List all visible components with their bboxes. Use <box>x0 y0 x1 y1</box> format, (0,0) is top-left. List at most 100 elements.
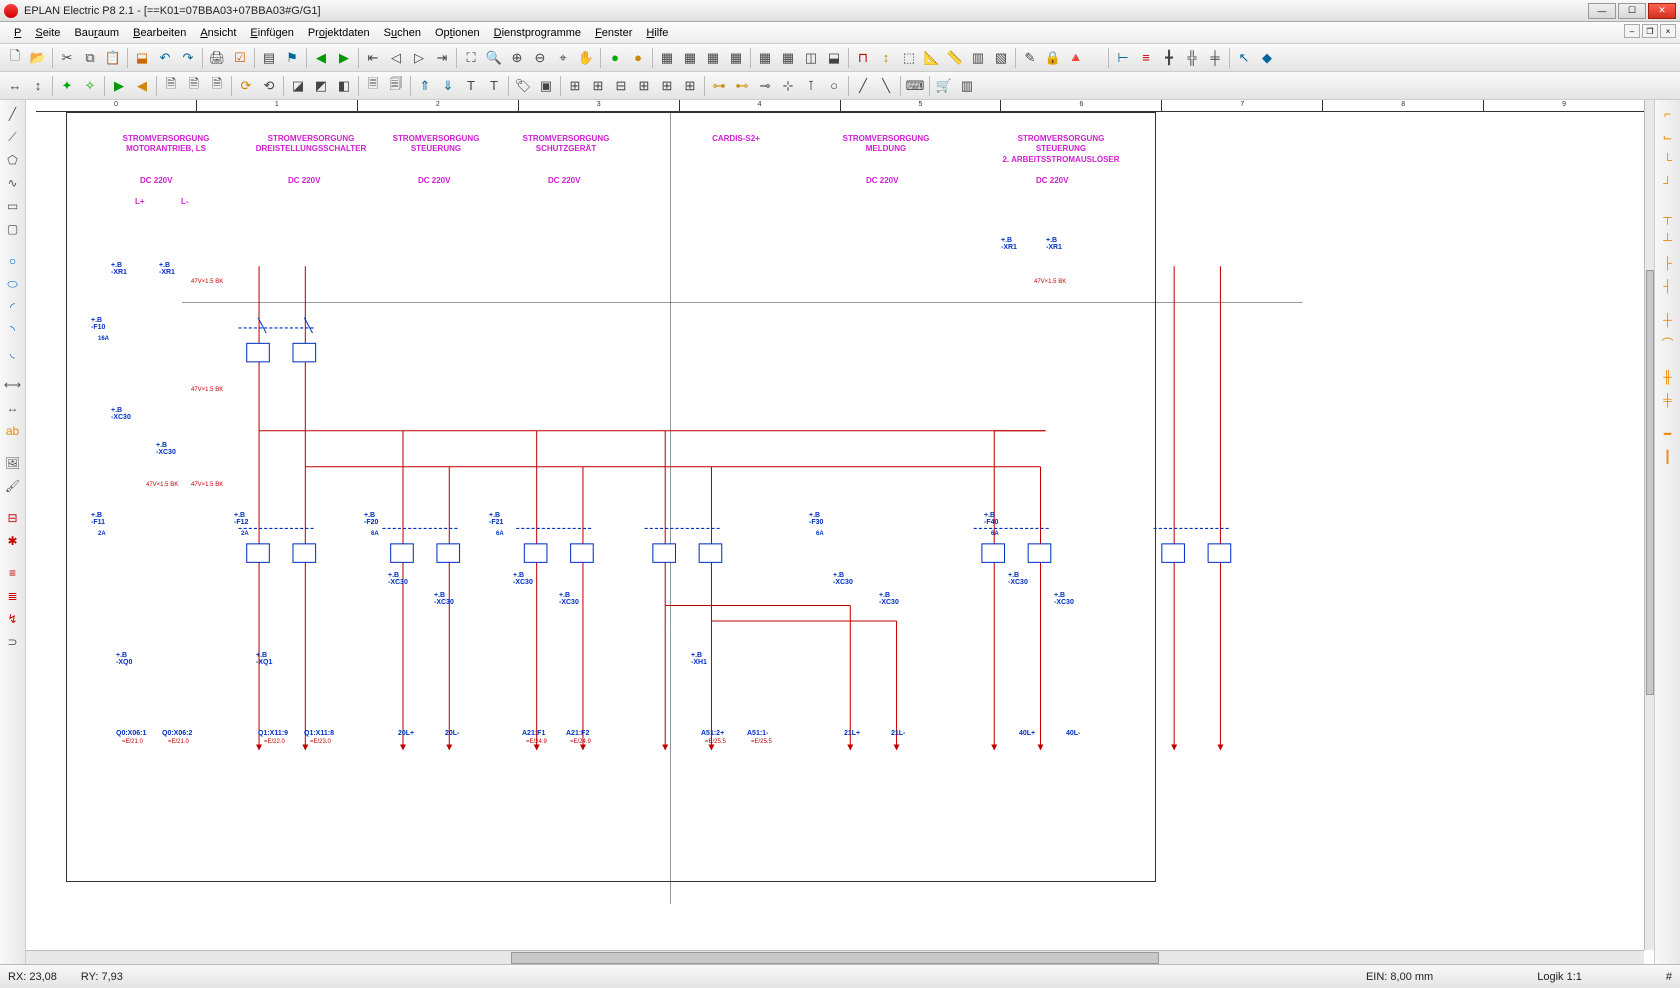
polyline-icon[interactable]: ⟋ <box>3 127 23 147</box>
angle4-icon[interactable]: ┘ <box>1658 173 1678 193</box>
junction-icon[interactable]: ╋ <box>1158 47 1180 69</box>
net-tool-icon[interactable]: ≣ <box>3 586 23 606</box>
rect-icon[interactable]: ▭ <box>3 196 23 216</box>
scrollbar-thumb[interactable] <box>511 952 1158 964</box>
diamond-icon[interactable]: ◆ <box>1256 47 1278 69</box>
edit-icon[interactable]: ✎ <box>1019 47 1041 69</box>
menu-projekt[interactable]: P <box>8 25 27 41</box>
checklist-icon[interactable]: ☑ <box>229 47 251 69</box>
unlock-icon[interactable]: 🔺 <box>1065 47 1087 69</box>
stop-icon[interactable]: ● <box>627 47 649 69</box>
scrollbar-thumb[interactable] <box>1646 270 1654 695</box>
ruler-icon[interactable]: 📐 <box>921 47 943 69</box>
tags-icon[interactable]: ▣ <box>535 75 557 97</box>
conn3-icon[interactable]: ⊸ <box>754 75 776 97</box>
menu-seite[interactable]: Seite <box>29 25 66 41</box>
menu-ansicht[interactable]: Ansicht <box>194 25 242 41</box>
snap-icon[interactable]: ⊓ <box>852 47 874 69</box>
text2-icon[interactable]: T <box>483 75 505 97</box>
cart2-icon[interactable]: ▥ <box>956 75 978 97</box>
menu-dienstprogramme[interactable]: Dienstprogramme <box>488 25 587 41</box>
scrollbar-horizontal[interactable] <box>26 950 1644 964</box>
angle-icon[interactable]: ⌐ <box>1658 104 1678 124</box>
insert-right-icon[interactable]: ▶ <box>108 75 130 97</box>
nav-last-icon[interactable]: ⇥ <box>431 47 453 69</box>
junction3-icon[interactable]: ╪ <box>1204 47 1226 69</box>
canvas-area[interactable]: 0 1 2 3 4 5 6 7 8 9 <box>26 100 1654 964</box>
properties-icon[interactable]: ▤ <box>258 47 280 69</box>
prev-page-icon[interactable]: ◀ <box>310 47 332 69</box>
grid-a-icon[interactable]: ⊞ <box>564 75 586 97</box>
doc3-icon[interactable]: 🗎 <box>206 75 228 97</box>
cut-icon[interactable]: ✂ <box>56 47 78 69</box>
puzzle2-icon[interactable]: ✧ <box>79 75 101 97</box>
nav-prev-icon[interactable]: ◁ <box>385 47 407 69</box>
rect2-icon[interactable]: ▢ <box>3 219 23 239</box>
mdi-close-button[interactable]: × <box>1660 24 1676 38</box>
ortho-icon[interactable]: ↕ <box>875 47 897 69</box>
drawing-canvas[interactable]: 0 1 2 3 4 5 6 7 8 9 <box>36 100 1644 950</box>
save-icon[interactable]: ⬓ <box>131 47 153 69</box>
brush-icon[interactable]: 🖌 <box>3 476 23 496</box>
menu-fenster[interactable]: Fenster <box>589 25 638 41</box>
pan-icon[interactable]: ✋ <box>575 47 597 69</box>
junction-tool-icon[interactable]: ✱ <box>3 531 23 551</box>
grid6-icon[interactable]: ▦ <box>777 47 799 69</box>
arc3-icon[interactable]: ◟ <box>3 343 23 363</box>
spline-icon[interactable]: ∿ <box>3 173 23 193</box>
segment-icon[interactable]: ━ <box>1658 424 1678 444</box>
menu-bearbeiten[interactable]: Bearbeiten <box>127 25 192 41</box>
wire1-icon[interactable]: ╱ <box>852 75 874 97</box>
break-v-icon[interactable]: ╫ <box>1658 367 1678 387</box>
conn6-icon[interactable]: ○ <box>823 75 845 97</box>
flag-icon[interactable]: ⚑ <box>281 47 303 69</box>
dim2-icon[interactable]: ↔ <box>3 398 23 418</box>
print-icon[interactable]: 🖨 <box>206 47 228 69</box>
cursor-icon[interactable]: ↖ <box>1233 47 1255 69</box>
polygon-icon[interactable]: ⬠ <box>3 150 23 170</box>
properties2-icon[interactable]: ▥ <box>967 47 989 69</box>
layer-icon[interactable]: ⬚ <box>898 47 920 69</box>
tee1-icon[interactable]: ┬ <box>1658 207 1678 227</box>
grid-e-icon[interactable]: ⊞ <box>656 75 678 97</box>
menu-suchen[interactable]: Suchen <box>378 25 427 41</box>
redo-icon[interactable]: ↷ <box>177 47 199 69</box>
run-icon[interactable]: ● <box>604 47 626 69</box>
puzzle-icon[interactable]: ✦ <box>56 75 78 97</box>
arc2-icon[interactable]: ◝ <box>3 320 23 340</box>
lock-icon[interactable]: 🔒 <box>1042 47 1064 69</box>
wire2-icon[interactable]: ╲ <box>875 75 897 97</box>
conn2-icon[interactable]: ⊷ <box>731 75 753 97</box>
undo-icon[interactable]: ↶ <box>154 47 176 69</box>
menu-hilfe[interactable]: Hilfe <box>640 25 674 41</box>
zoom-window-icon[interactable]: 🔍 <box>483 47 505 69</box>
paste-icon[interactable]: 📋 <box>102 47 124 69</box>
bus-icon[interactable]: ⊢ <box>1112 47 1134 69</box>
ellipse-icon[interactable]: ⬭ <box>3 274 23 294</box>
jumper-icon[interactable]: ⌒ <box>1658 333 1678 353</box>
bus-tool-icon[interactable]: ≡ <box>3 563 23 583</box>
marker2-icon[interactable]: ◩ <box>310 75 332 97</box>
zoom-100-icon[interactable]: ⌖ <box>552 47 574 69</box>
split-h-icon[interactable]: ⬓ <box>823 47 845 69</box>
nav-first-icon[interactable]: ⇤ <box>362 47 384 69</box>
bars-icon[interactable]: ≡ <box>1135 47 1157 69</box>
page2-icon[interactable]: 🗐 <box>385 75 407 97</box>
grid-c-icon[interactable]: ⊟ <box>610 75 632 97</box>
scrollbar-vertical[interactable] <box>1644 100 1654 950</box>
conn5-icon[interactable]: ⊺ <box>800 75 822 97</box>
close-button[interactable]: ✕ <box>1648 3 1676 19</box>
zoom-out-icon[interactable]: ⊖ <box>529 47 551 69</box>
cart-icon[interactable]: 🛒 <box>933 75 955 97</box>
cross-icon[interactable]: ┼ <box>1658 310 1678 330</box>
nav-next-icon[interactable]: ▷ <box>408 47 430 69</box>
refresh2-icon[interactable]: ⟲ <box>258 75 280 97</box>
arrow-down-icon[interactable]: ⇓ <box>437 75 459 97</box>
tee4-icon[interactable]: ┤ <box>1658 276 1678 296</box>
mdi-minimize-button[interactable]: – <box>1624 24 1640 38</box>
marker3-icon[interactable]: ◧ <box>333 75 355 97</box>
angle2-icon[interactable]: ⌙ <box>1658 127 1678 147</box>
dim1-icon[interactable]: ⟷ <box>3 375 23 395</box>
grid3-icon[interactable]: ▦ <box>702 47 724 69</box>
menu-projektdaten[interactable]: Projektdaten <box>302 25 376 41</box>
